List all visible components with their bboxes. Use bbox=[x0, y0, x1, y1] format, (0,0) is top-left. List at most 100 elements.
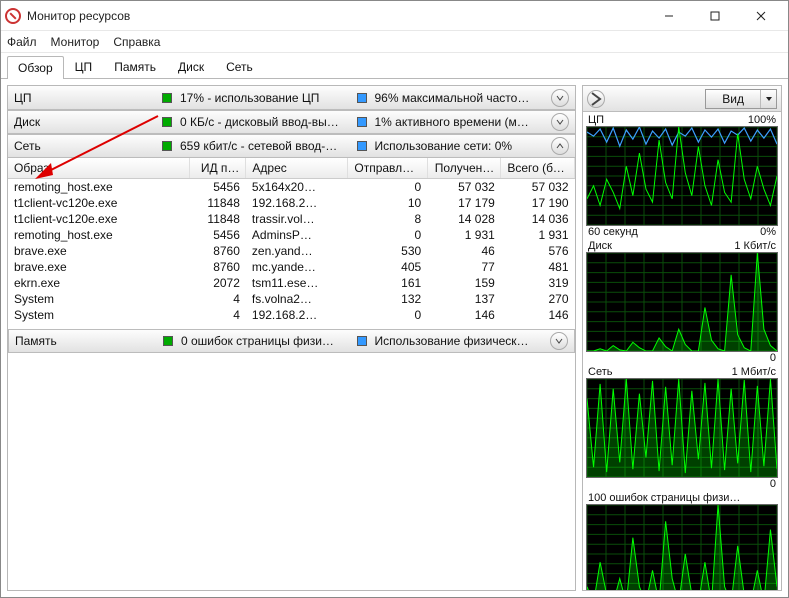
graph-footer-right: 0% bbox=[760, 226, 776, 238]
col-total[interactable]: Всего (ба… bbox=[501, 158, 575, 179]
cell: 11848 bbox=[189, 211, 246, 227]
cell: 46 bbox=[427, 243, 501, 259]
menu-file[interactable]: Файл bbox=[7, 35, 37, 49]
disk-expander[interactable] bbox=[551, 113, 569, 131]
cell: 192.168.2… bbox=[246, 195, 348, 211]
graphs-container: ЦП100%60 секунд0%Диск1 Кбит/с0Сеть1 Мбит… bbox=[583, 112, 781, 590]
cell: 530 bbox=[348, 243, 427, 259]
graph-title: Диск bbox=[588, 240, 612, 252]
cell: mc.yande… bbox=[246, 259, 348, 275]
view-dropdown-icon[interactable] bbox=[760, 90, 776, 108]
cpu-metric1: 17% - использование ЦП bbox=[180, 91, 349, 105]
cell: 11848 bbox=[189, 195, 246, 211]
cell: 159 bbox=[427, 275, 501, 291]
table-row[interactable]: ekrn.exe2072tsm11.ese…161159319 bbox=[8, 275, 575, 291]
col-image[interactable]: Образ bbox=[8, 158, 189, 179]
menu-monitor[interactable]: Монитор bbox=[51, 35, 100, 49]
col-sent[interactable]: Отправле… bbox=[348, 158, 427, 179]
table-row[interactable]: remoting_host.exe5456AdminsP…01 9311 931 bbox=[8, 227, 575, 243]
tab-memory[interactable]: Память bbox=[103, 55, 167, 78]
col-recv[interactable]: Получен… bbox=[427, 158, 501, 179]
col-pid[interactable]: ИД п… bbox=[189, 158, 246, 179]
cell: 17 190 bbox=[501, 195, 575, 211]
disk-active-swatch bbox=[357, 117, 367, 127]
close-button[interactable] bbox=[738, 1, 784, 31]
cell: 576 bbox=[501, 243, 575, 259]
cell: AdminsP… bbox=[246, 227, 348, 243]
graph-footer-left: 60 секунд bbox=[588, 226, 638, 238]
left-blank bbox=[8, 353, 575, 590]
table-row[interactable]: remoting_host.exe54565x164x20…057 03257 … bbox=[8, 179, 575, 196]
cell: trassir.vol… bbox=[246, 211, 348, 227]
graph-canvas bbox=[586, 252, 778, 352]
table-row[interactable]: brave.exe8760mc.yande…40577481 bbox=[8, 259, 575, 275]
content-area: ЦП 17% - использование ЦП 96% максимальн… bbox=[1, 79, 788, 597]
disk-metric1: 0 КБ/с - дисковый ввод-вы… bbox=[180, 115, 349, 129]
graph-title: ЦП bbox=[588, 114, 604, 126]
tab-cpu[interactable]: ЦП bbox=[64, 55, 104, 78]
table-row[interactable]: t1client-vc120e.exe11848trassir.vol…814 … bbox=[8, 211, 575, 227]
graph-canvas bbox=[586, 126, 778, 226]
menu-help[interactable]: Справка bbox=[113, 35, 160, 49]
section-disk-title: Диск bbox=[14, 115, 154, 129]
cpu-expander[interactable] bbox=[551, 89, 569, 107]
memory-metric1: 0 ошибок страницы физи… bbox=[181, 334, 349, 348]
left-pane: ЦП 17% - использование ЦП 96% максимальн… bbox=[7, 85, 576, 591]
tabstrip: Обзор ЦП Память Диск Сеть bbox=[1, 53, 788, 79]
net-metric1: 659 кбит/с - сетевой ввод-… bbox=[180, 139, 349, 153]
window-controls bbox=[646, 1, 784, 31]
cell: 405 bbox=[348, 259, 427, 275]
section-net[interactable]: Сеть 659 кбит/с - сетевой ввод-… Использ… bbox=[8, 134, 575, 158]
section-cpu[interactable]: ЦП 17% - использование ЦП 96% максимальн… bbox=[8, 86, 575, 110]
cell: 192.168.2… bbox=[246, 307, 348, 323]
cell: 270 bbox=[501, 291, 575, 307]
maximize-button[interactable] bbox=[692, 1, 738, 31]
section-disk[interactable]: Диск 0 КБ/с - дисковый ввод-вы… 1% актив… bbox=[8, 110, 575, 134]
minimize-button[interactable] bbox=[646, 1, 692, 31]
graph-scale-top: 1 Кбит/с bbox=[734, 240, 776, 252]
cell: 137 bbox=[427, 291, 501, 307]
table-row[interactable]: System4fs.volna2…132137270 bbox=[8, 291, 575, 307]
section-memory[interactable]: Память 0 ошибок страницы физи… Использов… bbox=[8, 329, 575, 353]
net-table-grid[interactable]: Образ ИД п… Адрес Отправле… Получен… Все… bbox=[8, 158, 575, 323]
table-row[interactable]: System4192.168.2…0146146 bbox=[8, 307, 575, 323]
memory-metric2: Использование физическ… bbox=[375, 334, 543, 348]
cell: 57 032 bbox=[501, 179, 575, 196]
view-button-label: Вид bbox=[706, 92, 760, 106]
cell: 14 036 bbox=[501, 211, 575, 227]
table-row[interactable]: brave.exe8760zen.yand…53046576 bbox=[8, 243, 575, 259]
view-button[interactable]: Вид bbox=[705, 89, 777, 109]
cell: 146 bbox=[501, 307, 575, 323]
graph-title: 100 ошибок страницы физи… bbox=[588, 492, 740, 504]
cell: tsm11.ese… bbox=[246, 275, 348, 291]
tab-disk[interactable]: Диск bbox=[167, 55, 215, 78]
cell: 4 bbox=[189, 291, 246, 307]
memory-expander[interactable] bbox=[550, 332, 568, 350]
net-io-swatch bbox=[162, 141, 172, 151]
cell: 132 bbox=[348, 291, 427, 307]
cell: 5456 bbox=[189, 179, 246, 196]
net-table-header-row: Образ ИД п… Адрес Отправле… Получен… Все… bbox=[8, 158, 575, 179]
cell: brave.exe bbox=[8, 259, 189, 275]
graph-footer-right: 0 bbox=[770, 478, 776, 490]
graph-block: Диск 1 Кбит/с 0 bbox=[586, 240, 778, 364]
right-pane-collapse[interactable] bbox=[587, 90, 605, 108]
cell: 0 bbox=[348, 179, 427, 196]
table-row[interactable]: t1client-vc120e.exe11848192.168.2…1017 1… bbox=[8, 195, 575, 211]
graph-footer-right: 0 bbox=[770, 352, 776, 364]
cell: remoting_host.exe bbox=[8, 227, 189, 243]
col-addr[interactable]: Адрес bbox=[246, 158, 348, 179]
app-icon bbox=[5, 8, 21, 24]
net-collapse[interactable] bbox=[551, 137, 569, 155]
cell: 77 bbox=[427, 259, 501, 275]
section-memory-title: Память bbox=[15, 334, 155, 348]
tab-overview[interactable]: Обзор bbox=[7, 56, 64, 79]
section-cpu-title: ЦП bbox=[14, 91, 154, 105]
cell: 0 bbox=[348, 307, 427, 323]
cell: 1 931 bbox=[427, 227, 501, 243]
menubar: Файл Монитор Справка bbox=[1, 31, 788, 53]
cell: 57 032 bbox=[427, 179, 501, 196]
right-pane-toolbar: Вид bbox=[583, 86, 781, 112]
cell: 0 bbox=[348, 227, 427, 243]
tab-net[interactable]: Сеть bbox=[215, 55, 264, 78]
